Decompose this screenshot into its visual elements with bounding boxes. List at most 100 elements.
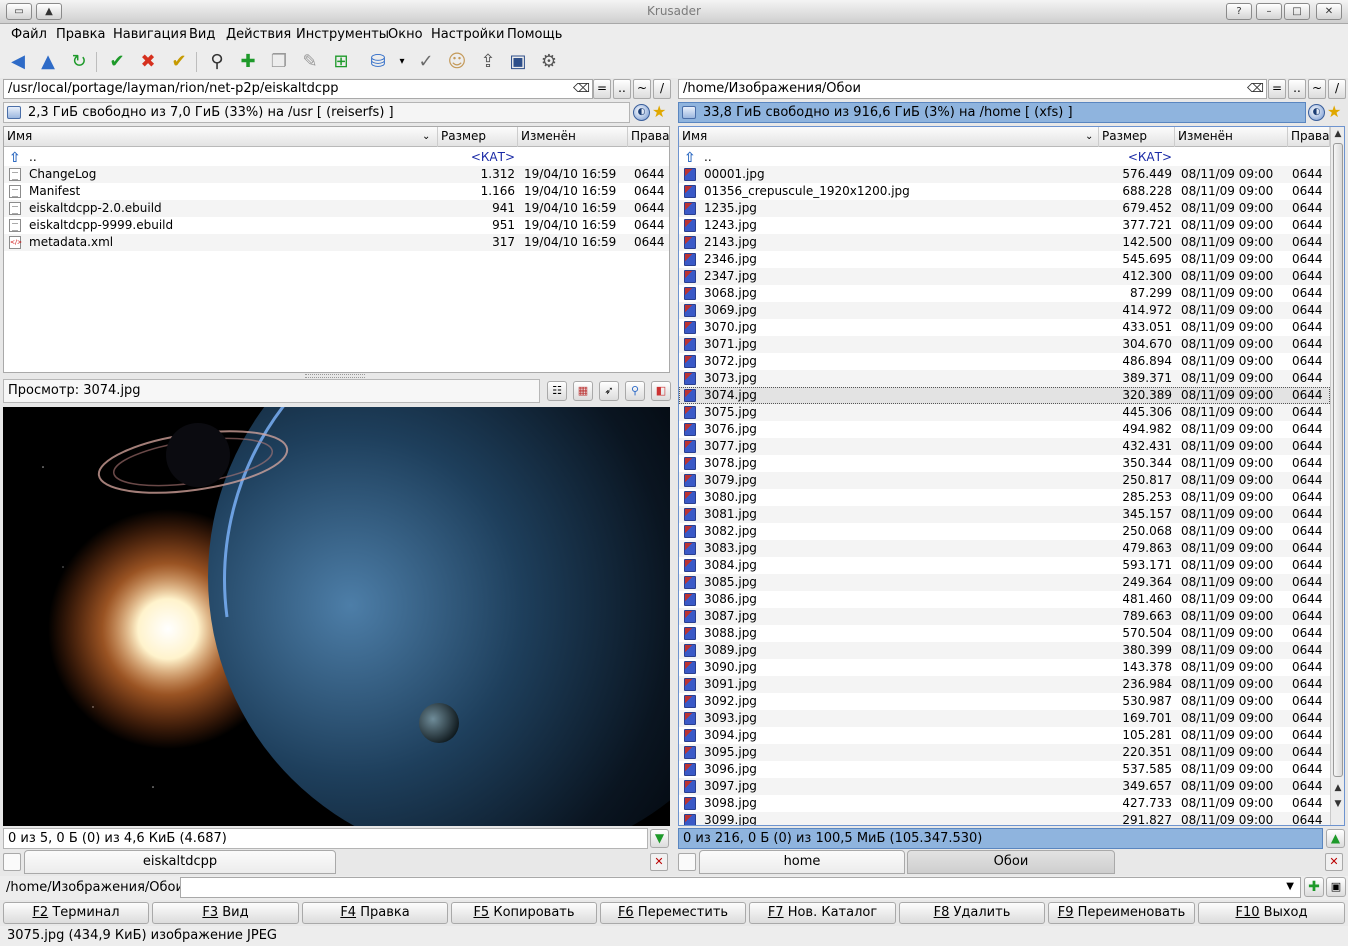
preview-palette-icon[interactable]: ◧ (651, 381, 671, 401)
menu-view[interactable]: Вид (189, 27, 215, 42)
right-new-tab-icon[interactable] (678, 853, 696, 871)
file-row[interactable]: 3077.jpg 432.431 08/11/09 09:00 0644 (679, 438, 1330, 455)
left-clear-path-icon[interactable]: ⌫ (573, 81, 590, 95)
file-row[interactable]: 3095.jpg 220.351 08/11/09 09:00 0644 (679, 744, 1330, 761)
new-file-icon[interactable]: ✚ (236, 50, 260, 74)
fkey-f4[interactable]: F4 Правка (302, 902, 448, 924)
user-icon[interactable]: ☺ (445, 50, 469, 74)
preview-image-icon[interactable]: ▦ (573, 381, 593, 401)
file-row[interactable]: 1243.jpg 377.721 08/11/09 09:00 0644 (679, 217, 1330, 234)
menu-window[interactable]: Окно (388, 27, 423, 42)
fkey-f6[interactable]: F6 Переместить (600, 902, 746, 924)
help-button[interactable]: ? (1226, 3, 1252, 20)
up-icon[interactable]: ▲ (36, 50, 60, 74)
add-icon[interactable]: ⊞ (329, 50, 353, 74)
menu-edit[interactable]: Правка (56, 27, 105, 42)
add-command-icon[interactable]: ✚ (1304, 877, 1324, 897)
right-tab-home[interactable]: home (699, 850, 905, 874)
fkey-f2[interactable]: F2 Терминал (3, 902, 149, 924)
fkey-f7[interactable]: F7 Нов. Каталог (749, 902, 896, 924)
file-row[interactable]: 3096.jpg 537.585 08/11/09 09:00 0644 (679, 761, 1330, 778)
edit-icon[interactable]: ✎ (298, 50, 322, 74)
file-row[interactable]: 3089.jpg 380.399 08/11/09 09:00 0644 (679, 642, 1330, 659)
file-row[interactable]: 3098.jpg 427.733 08/11/09 09:00 0644 (679, 795, 1330, 812)
right-equal-button[interactable]: = (1268, 79, 1286, 99)
file-row[interactable]: 3083.jpg 479.863 08/11/09 09:00 0644 (679, 540, 1330, 557)
file-row[interactable]: 3069.jpg 414.972 08/11/09 09:00 0644 (679, 302, 1330, 319)
scroll-down-icon[interactable]: ▼ (1331, 797, 1344, 811)
scroll-thumb[interactable] (1333, 143, 1343, 777)
search-icon[interactable]: ⚲ (205, 50, 229, 74)
menu-navigation[interactable]: Навигация (113, 27, 187, 42)
left-bookmark-icon[interactable]: ★ (652, 102, 666, 121)
file-row[interactable]: 3094.jpg 105.281 08/11/09 09:00 0644 (679, 727, 1330, 744)
file-row[interactable]: 3092.jpg 530.987 08/11/09 09:00 0644 (679, 693, 1330, 710)
left-close-tab-icon[interactable]: ✕ (650, 853, 668, 871)
fkey-f3[interactable]: F3 Вид (152, 902, 299, 924)
fkey-f5[interactable]: F5 Копировать (451, 902, 597, 924)
file-row[interactable]: 3087.jpg 789.663 08/11/09 09:00 0644 (679, 608, 1330, 625)
left-history-icon[interactable]: ◐ (633, 104, 650, 121)
right-path-input[interactable]: /home/Изображения/Обои (678, 79, 1267, 99)
file-row[interactable]: 2347.jpg 412.300 08/11/09 09:00 0644 (679, 268, 1330, 285)
left-col-name[interactable]: Имя ⌄ (4, 127, 438, 147)
file-row[interactable]: 3080.jpg 285.253 08/11/09 09:00 0644 (679, 489, 1330, 506)
file-row[interactable]: 3097.jpg 349.657 08/11/09 09:00 0644 (679, 778, 1330, 795)
menu-actions[interactable]: Действия (226, 27, 291, 42)
close-button[interactable]: ✕ (1316, 3, 1342, 20)
chevron-down-icon[interactable]: ▼ (1286, 881, 1294, 892)
file-row[interactable]: 3084.jpg 593.171 08/11/09 09:00 0644 (679, 557, 1330, 574)
file-row[interactable]: 3070.jpg 433.051 08/11/09 09:00 0644 (679, 319, 1330, 336)
preview-details-icon[interactable]: ☷ (547, 381, 567, 401)
right-home-button[interactable]: ~ (1308, 79, 1326, 99)
right-tab-oboi[interactable]: Обои (907, 850, 1115, 874)
preview-zoom-icon[interactable]: ⚲ (625, 381, 645, 401)
file-row[interactable]: 3079.jpg 250.817 08/11/09 09:00 0644 (679, 472, 1330, 489)
parent-dir-row[interactable]: ⇧.. <КАТ> (4, 149, 669, 166)
fkey-f8[interactable]: F8 Удалить (899, 902, 1045, 924)
compare-icon[interactable]: ✔ (167, 50, 191, 74)
preview-send-icon[interactable]: ➶ (599, 381, 619, 401)
minimize-button[interactable]: – (1256, 3, 1282, 20)
left-col-date[interactable]: Изменён (518, 127, 628, 147)
right-bookmark-icon[interactable]: ★ (1327, 102, 1341, 121)
left-free-space-bar[interactable]: 2,3 ГиБ свободно из 7,0 ГиБ (33%) на /us… (3, 102, 630, 123)
file-row[interactable]: 3075.jpg 445.306 08/11/09 09:00 0644 (679, 404, 1330, 421)
left-col-size[interactable]: Размер (438, 127, 518, 147)
file-row[interactable]: Manifest 1.166 19/04/10 16:59 0644 (4, 183, 669, 200)
file-row[interactable]: 3082.jpg 250.068 08/11/09 09:00 0644 (679, 523, 1330, 540)
right-panel-switch-icon[interactable]: ▲ (1326, 829, 1345, 848)
file-row[interactable]: 01356_crepuscule_1920x1200.jpg 688.228 08/… (679, 183, 1330, 200)
left-up-button[interactable]: .. (613, 79, 631, 99)
refresh-icon[interactable]: ↻ (67, 50, 91, 74)
menu-settings[interactable]: Настройки (431, 27, 504, 42)
right-up-button[interactable]: .. (1288, 79, 1306, 99)
file-row[interactable]: 3072.jpg 486.894 08/11/09 09:00 0644 (679, 353, 1330, 370)
file-row[interactable]: 3074.jpg 320.389 08/11/09 09:00 0644 (679, 387, 1330, 404)
file-row[interactable]: eiskaltdcpp-2.0.ebuild 941 19/04/10 16:59 0… (4, 200, 669, 217)
terminal-icon[interactable]: ▣ (506, 50, 530, 74)
splitter-handle[interactable] (305, 374, 365, 378)
file-row[interactable]: </> metadata.xml 317 19/04/10 16:59 0644 (4, 234, 669, 251)
terminal-emulator-icon[interactable]: ▣ (1326, 877, 1346, 897)
menu-tools[interactable]: Инструменты (296, 27, 389, 42)
file-row[interactable]: 3090.jpg 143.378 08/11/09 09:00 0644 (679, 659, 1330, 676)
file-row[interactable]: 3085.jpg 249.364 08/11/09 09:00 0644 (679, 574, 1330, 591)
file-row[interactable]: 3076.jpg 494.982 08/11/09 09:00 0644 (679, 421, 1330, 438)
file-row[interactable]: eiskaltdcpp-9999.ebuild 951 19/04/10 16:59… (4, 217, 669, 234)
left-home-button[interactable]: ~ (633, 79, 651, 99)
left-tab-eiskaltdcpp[interactable]: eiskaltdcpp (24, 850, 336, 874)
right-close-tab-icon[interactable]: ✕ (1325, 853, 1343, 871)
right-scrollbar[interactable]: ▲ ▲ ▼ (1330, 127, 1344, 825)
disk-usage-icon[interactable]: ⇪ (476, 50, 500, 74)
scroll-up-icon-2[interactable]: ▲ (1331, 781, 1344, 795)
back-icon[interactable]: ◀ (6, 50, 30, 74)
file-row[interactable]: 3073.jpg 389.371 08/11/09 09:00 0644 (679, 370, 1330, 387)
left-root-button[interactable]: / (653, 79, 671, 99)
left-path-input[interactable]: /usr/local/portage/layman/rion/net-p2p/e… (3, 79, 593, 99)
network-icon[interactable]: ⛁ (366, 50, 390, 74)
command-input[interactable]: ▼ (180, 877, 1301, 898)
file-row[interactable]: ChangeLog 1.312 19/04/10 16:59 0644 (4, 166, 669, 183)
menu-help[interactable]: Помощь (507, 27, 562, 42)
fkey-f10[interactable]: F10 Выход (1198, 902, 1345, 924)
